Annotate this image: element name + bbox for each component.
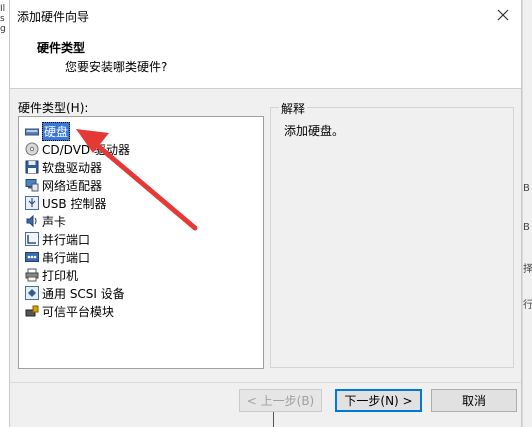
list-item-label: 声卡 xyxy=(42,214,67,229)
list-item-label: 网络适配器 xyxy=(42,178,103,193)
parallel-port-icon xyxy=(25,232,39,246)
hardware-type-list[interactable]: 硬盘 CD/DVD 驱动器 软盘驱动器 网络适配器 USB 控制器 声卡 并行端… xyxy=(18,116,264,369)
window-title: 添加硬件向导 xyxy=(17,10,90,24)
usb-icon xyxy=(25,196,39,210)
list-item-label: 硬盘 xyxy=(42,121,71,141)
hard-disk-icon xyxy=(25,128,39,136)
background-text: Il xyxy=(0,4,6,14)
printer-icon xyxy=(25,268,39,282)
background-window-right: B B 择 行 xyxy=(522,0,532,427)
list-item-label: CD/DVD 驱动器 xyxy=(42,142,130,157)
background-window-left: Il s g xyxy=(0,0,9,427)
list-item-label: 通用 SCSI 设备 xyxy=(42,286,125,301)
explanation-label: 解释 xyxy=(279,100,308,117)
list-item-label: 可信平台模块 xyxy=(42,304,115,319)
list-item-serial-port[interactable]: 串行端口 xyxy=(25,248,90,266)
background-text: g xyxy=(0,24,6,34)
list-item-label: 打印机 xyxy=(42,268,79,283)
wizard-header: 硬件类型 您要安装哪类硬件? xyxy=(10,30,521,89)
header-title: 硬件类型 xyxy=(37,41,86,55)
list-item-label: USB 控制器 xyxy=(42,196,107,211)
list-item-label: 并行端口 xyxy=(42,232,91,247)
list-item-floppy[interactable]: 软盘驱动器 xyxy=(25,158,102,176)
add-hardware-wizard-dialog: 添加硬件向导 硬件类型 您要安装哪类硬件? 硬件类型(H): 硬盘 CD/DVD… xyxy=(9,0,522,427)
background-text: B xyxy=(523,222,530,233)
background-divider xyxy=(273,412,274,427)
background-text: s xyxy=(0,14,5,24)
explanation-group: 解释 添加硬盘。 xyxy=(270,100,514,368)
list-item-sound-card[interactable]: 声卡 xyxy=(25,212,66,230)
list-item-printer[interactable]: 打印机 xyxy=(25,266,78,284)
background-text: B xyxy=(523,183,530,194)
scsi-icon xyxy=(25,286,39,300)
list-item-scsi[interactable]: 通用 SCSI 设备 xyxy=(25,284,125,302)
cd-dvd-icon xyxy=(25,142,39,156)
close-button[interactable] xyxy=(491,3,515,27)
background-text: 择 xyxy=(523,264,532,275)
close-icon xyxy=(497,9,509,21)
list-item-network-adapter[interactable]: 网络适配器 xyxy=(25,176,102,194)
serial-port-icon xyxy=(25,252,39,262)
list-item-label: 串行端口 xyxy=(42,250,91,265)
list-item-hard-disk[interactable]: 硬盘 xyxy=(25,121,71,141)
floppy-icon xyxy=(25,160,39,174)
background-text: 行 xyxy=(523,300,532,311)
list-item-tpm[interactable]: 可信平台模块 xyxy=(25,302,114,320)
cancel-button[interactable]: 取消 xyxy=(431,389,517,412)
next-button[interactable]: 下一步(N) > xyxy=(335,389,422,412)
title-bar: 添加硬件向导 xyxy=(10,0,521,30)
tpm-icon xyxy=(25,305,39,317)
header-subtitle: 您要安装哪类硬件? xyxy=(65,60,168,74)
previous-button[interactable]: < 上一步(B) xyxy=(239,389,322,412)
hardware-type-label: 硬件类型(H): xyxy=(18,101,89,115)
footer-divider xyxy=(10,382,521,383)
list-item-label: 软盘驱动器 xyxy=(42,160,103,175)
list-item-usb[interactable]: USB 控制器 xyxy=(25,194,106,212)
network-adapter-icon xyxy=(25,179,39,192)
explanation-text: 添加硬盘。 xyxy=(284,124,345,138)
list-item-cd-dvd[interactable]: CD/DVD 驱动器 xyxy=(25,140,130,158)
list-item-parallel-port[interactable]: 并行端口 xyxy=(25,230,90,248)
sound-card-icon xyxy=(26,214,37,228)
